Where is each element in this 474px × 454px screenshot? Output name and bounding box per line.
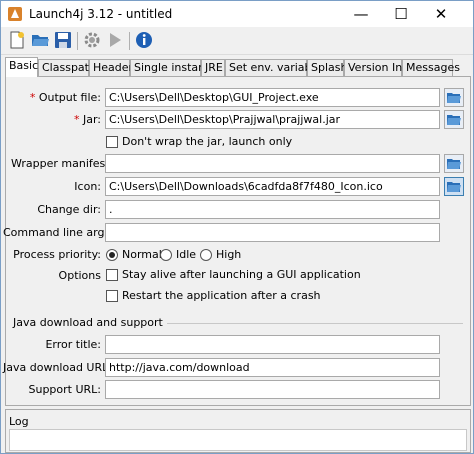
process-priority-label: Process priority: bbox=[13, 248, 101, 261]
tab-single-instance[interactable]: Single instance bbox=[130, 59, 218, 76]
tab-jre[interactable]: JRE bbox=[201, 59, 225, 76]
jar-browse-button[interactable] bbox=[444, 110, 464, 129]
open-folder-icon bbox=[447, 92, 461, 103]
options-label: Options bbox=[58, 269, 101, 282]
support-url-label: Support URL: bbox=[28, 383, 101, 396]
toolbar-separator bbox=[129, 32, 130, 50]
run-icon[interactable] bbox=[105, 30, 125, 50]
gear-icon[interactable] bbox=[82, 30, 102, 50]
tab-version-info[interactable]: Version Info bbox=[344, 59, 413, 76]
priority-idle-label: Idle bbox=[176, 248, 197, 261]
stay-alive-label: Stay alive after launching a GUI applica… bbox=[122, 268, 361, 281]
priority-normal-radio[interactable] bbox=[106, 249, 118, 261]
priority-high-label: High bbox=[216, 248, 242, 261]
restart-label: Restart the application after a crash bbox=[122, 289, 321, 302]
icon-field[interactable]: C:\Users\Dell\Downloads\6cadfda8f7f480_I… bbox=[105, 177, 440, 196]
error-title-field[interactable] bbox=[105, 335, 440, 354]
launch4j-app-icon bbox=[8, 7, 22, 21]
priority-high-radio[interactable] bbox=[200, 249, 212, 261]
change-dir-label: Change dir: bbox=[37, 203, 101, 216]
change-dir-field[interactable]: . bbox=[105, 200, 440, 219]
new-file-icon[interactable] bbox=[7, 30, 27, 50]
open-folder-icon bbox=[447, 114, 461, 125]
maximize-button[interactable]: ☐ bbox=[381, 1, 421, 27]
java-download-section-title: Java download and support bbox=[13, 316, 167, 329]
tab-set-env-variables[interactable]: Set env. variables bbox=[225, 59, 327, 76]
stay-alive-checkbox[interactable] bbox=[106, 269, 118, 281]
icon-label: Icon: bbox=[74, 180, 101, 193]
launch4j-window: Launch4j 3.12 - untitled — ☐ ✕ Basic Cla… bbox=[0, 0, 474, 454]
tab-strip: Basic Classpath Header Single instance J… bbox=[5, 57, 471, 77]
jar-field[interactable]: C:\Users\Dell\Desktop\Prajjwal\prajjwal.… bbox=[105, 110, 440, 129]
log-title: Log bbox=[9, 415, 29, 428]
tab-basic[interactable]: Basic bbox=[5, 57, 38, 77]
wrapper-manifest-browse-button[interactable] bbox=[444, 154, 464, 173]
tab-splash[interactable]: Splash bbox=[307, 59, 347, 76]
java-download-url-field[interactable]: http://java.com/download bbox=[105, 358, 440, 377]
error-title-label: Error title: bbox=[45, 338, 101, 351]
output-file-field[interactable]: C:\Users\Dell\Desktop\GUI_Project.exe bbox=[105, 88, 440, 107]
dont-wrap-label: Don't wrap the jar, launch only bbox=[122, 135, 293, 148]
tab-messages[interactable]: Messages bbox=[402, 59, 460, 76]
save-icon[interactable] bbox=[53, 30, 73, 50]
wrapper-manifest-field[interactable] bbox=[105, 154, 440, 173]
icon-browse-button[interactable] bbox=[444, 177, 464, 196]
wrapper-manifest-label: Wrapper manifest: bbox=[11, 157, 114, 170]
command-line-args-label: Command line args: bbox=[3, 226, 114, 239]
output-file-label: * Output file: bbox=[29, 91, 101, 104]
window-title: Launch4j 3.12 - untitled bbox=[29, 7, 173, 21]
priority-idle-radio[interactable] bbox=[160, 249, 172, 261]
java-download-url-label: Java download URL: bbox=[3, 361, 112, 374]
tab-classpath[interactable]: Classpath bbox=[38, 59, 96, 76]
dont-wrap-checkbox[interactable] bbox=[106, 136, 118, 148]
toolbar bbox=[1, 27, 473, 55]
support-url-field[interactable] bbox=[105, 380, 440, 399]
jar-label: * Jar: bbox=[73, 113, 101, 126]
log-text-area[interactable] bbox=[9, 429, 467, 451]
minimize-button[interactable]: — bbox=[341, 1, 381, 27]
priority-normal-label: Normal bbox=[122, 248, 162, 261]
open-folder-icon bbox=[447, 181, 461, 192]
command-line-args-field[interactable] bbox=[105, 223, 440, 242]
required-mark: * bbox=[73, 113, 80, 126]
open-folder-icon bbox=[447, 158, 461, 169]
info-icon[interactable] bbox=[134, 30, 154, 50]
restart-checkbox[interactable] bbox=[106, 290, 118, 302]
output-file-browse-button[interactable] bbox=[444, 88, 464, 107]
required-mark: * bbox=[29, 91, 36, 104]
close-button[interactable]: ✕ bbox=[421, 1, 461, 27]
title-bar: Launch4j 3.12 - untitled — ☐ ✕ bbox=[1, 1, 473, 27]
tab-header[interactable]: Header bbox=[89, 59, 133, 76]
toolbar-separator bbox=[77, 32, 78, 50]
open-folder-icon[interactable] bbox=[30, 30, 50, 50]
